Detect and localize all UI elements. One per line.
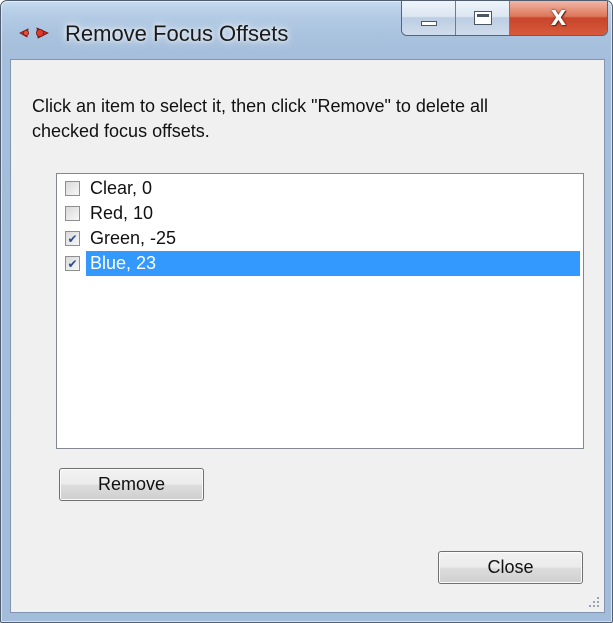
maximize-icon [473,11,492,25]
minimize-button[interactable] [402,1,456,35]
list-item[interactable]: ✔ Blue, 23 [60,251,580,276]
list-item-label: Blue, 23 [86,251,580,276]
checkbox-checked[interactable]: ✔ [65,231,80,246]
app-icon [19,27,49,39]
maximize-button[interactable] [456,1,510,35]
checkbox-checked[interactable]: ✔ [65,256,80,271]
window-title: Remove Focus Offsets [65,21,289,46]
dialog-window: Remove Focus Offsets X Click an item to … [0,0,613,623]
title-bar[interactable]: Remove Focus Offsets X [1,1,612,59]
list-item-label: Red, 10 [90,203,154,223]
instructions-text: Click an item to select it, then click "… [32,96,488,141]
checkmark-icon: ✔ [67,231,78,246]
close-window-button[interactable]: X [510,1,607,35]
list-item[interactable]: Clear, 0 [60,176,580,201]
list-item[interactable]: Red, 10 [60,201,580,226]
list-item-label: Clear, 0 [90,178,153,198]
minimize-icon [420,20,437,26]
remove-button[interactable]: Remove [59,468,204,501]
checkbox-unchecked[interactable] [65,181,80,196]
checkbox-unchecked[interactable] [65,206,80,221]
dialog-client-area: Click an item to select it, then click "… [10,59,605,613]
caption-buttons: X [401,1,608,36]
list-item-label: Green, -25 [90,228,177,248]
resize-grip-icon[interactable] [588,596,600,608]
list-item[interactable]: ✔ Green, -25 [60,226,580,251]
checkmark-icon: ✔ [67,256,78,271]
close-icon: X [550,6,567,30]
focus-offsets-listbox[interactable]: Clear, 0 Red, 10 ✔ Green, -25 ✔ Blue, 23 [56,173,584,449]
close-button[interactable]: Close [438,551,583,584]
